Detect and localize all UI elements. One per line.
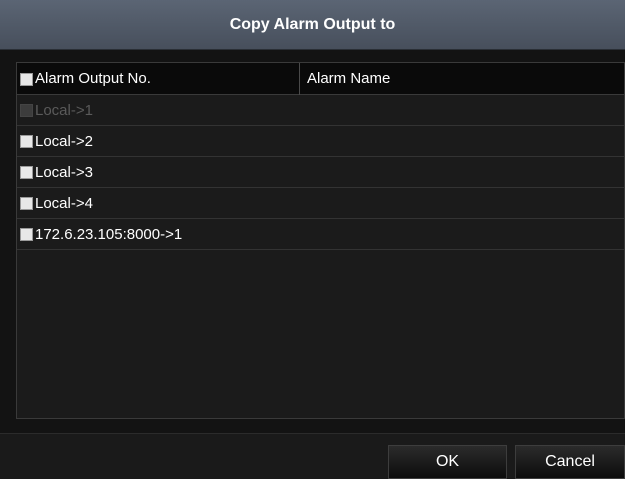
table-row[interactable]: Local->4: [17, 188, 624, 219]
alarm-output-no: Local->2: [35, 133, 93, 150]
table-row[interactable]: Local->2: [17, 126, 624, 157]
alarm-output-no: Local->4: [35, 195, 93, 212]
dialog-footer: OK Cancel: [0, 433, 625, 479]
select-all-checkbox[interactable]: [20, 73, 33, 86]
ok-button[interactable]: OK: [388, 445, 507, 479]
column-header-alarm-name[interactable]: Alarm Name: [307, 63, 390, 95]
table-row[interactable]: Local->3: [17, 157, 624, 188]
alarm-output-no: Local->3: [35, 164, 93, 181]
row-checkbox[interactable]: [20, 135, 33, 148]
column-divider[interactable]: [299, 63, 300, 95]
cancel-button[interactable]: Cancel: [515, 445, 625, 479]
table-row: Local->1: [17, 95, 624, 126]
row-checkbox[interactable]: [20, 166, 33, 179]
alarm-output-no: Local->1: [35, 102, 93, 119]
copy-alarm-output-dialog: Copy Alarm Output to Alarm Output No. Al…: [0, 0, 625, 479]
title-bar: Copy Alarm Output to: [0, 0, 625, 50]
row-checkbox[interactable]: [20, 228, 33, 241]
table-header: Alarm Output No. Alarm Name: [17, 63, 624, 95]
dialog-title: Copy Alarm Output to: [229, 16, 396, 33]
table-row[interactable]: 172.6.23.105:8000->1: [17, 219, 624, 250]
alarm-output-table: Alarm Output No. Alarm Name Local->1 Loc…: [16, 62, 625, 419]
column-header-alarm-output-no[interactable]: Alarm Output No.: [35, 63, 151, 95]
row-checkbox[interactable]: [20, 197, 33, 210]
row-checkbox: [20, 104, 33, 117]
alarm-output-no: 172.6.23.105:8000->1: [35, 226, 183, 243]
